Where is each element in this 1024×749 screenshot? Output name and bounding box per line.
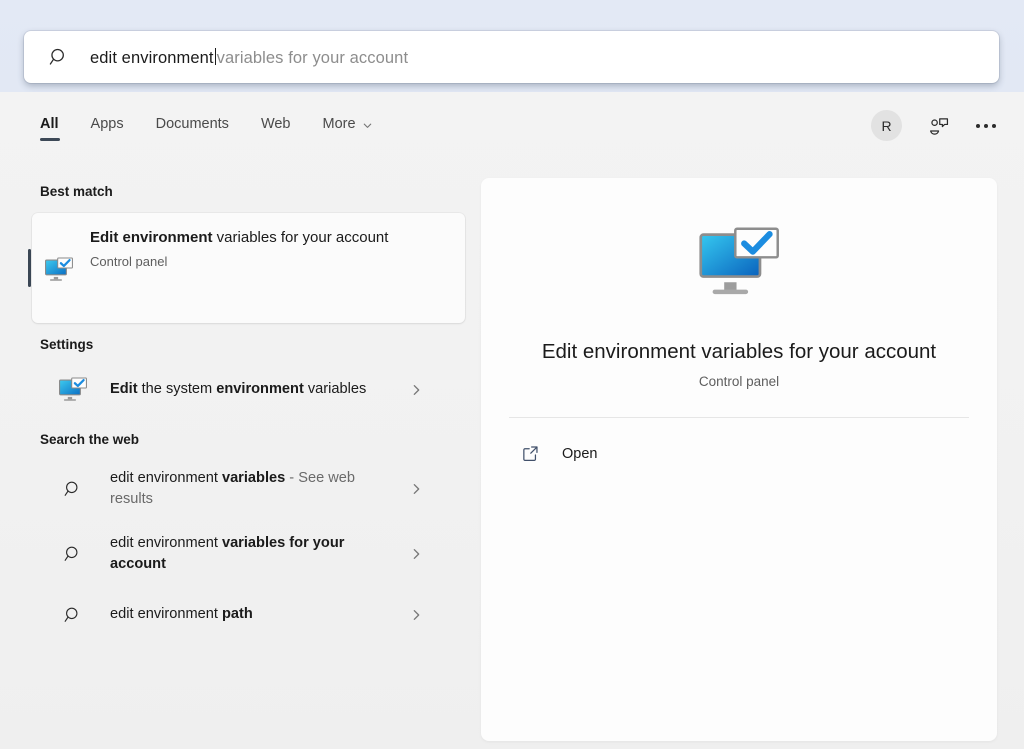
preview-subtitle: Control panel [698, 374, 780, 389]
text-caret [214, 48, 216, 65]
search-icon [48, 46, 70, 68]
tab-more[interactable]: More [323, 112, 373, 144]
preview-divider [509, 417, 969, 418]
web-suggestion-row[interactable]: edit environment path [32, 587, 465, 643]
monitor-check-icon [58, 377, 88, 403]
chevron-right-icon[interactable] [410, 548, 423, 561]
more-dots-icon[interactable] [976, 123, 996, 128]
chevron-down-icon [362, 119, 373, 130]
web-suggestion-label: edit environment variables - See web res… [110, 468, 400, 511]
web-suggestion-label: edit environment variables for your acco… [110, 533, 400, 576]
settings-result-label: Edit the system environment variables [110, 379, 366, 400]
best-match-subtitle: Control panel [90, 253, 168, 269]
best-match-title-bold: Edit environment [90, 229, 213, 246]
settings-part-3: variables [303, 381, 367, 398]
web-suggestion-row[interactable]: edit environment variables for your acco… [32, 522, 465, 587]
filter-tabs: All Apps Documents Web More [40, 112, 405, 144]
chevron-right-icon[interactable] [410, 483, 423, 496]
monitor-check-icon [44, 257, 74, 283]
web-2-part-1: path [221, 606, 253, 623]
best-match-title-rest: variables for your account [212, 229, 389, 246]
section-header-settings: Settings [40, 337, 94, 352]
tab-documents-label: Documents [155, 116, 229, 132]
search-typed-text: edit environment [90, 49, 214, 67]
tab-all-label: All [40, 116, 59, 132]
open-action-label: Open [562, 445, 598, 462]
chevron-right-icon[interactable] [410, 384, 423, 397]
preview-pane: Edit environment variables for your acco… [481, 178, 997, 741]
settings-result-row[interactable]: Edit the system environment variables [32, 362, 465, 418]
search-text: edit environment variables for your accou… [90, 46, 408, 68]
web-0-part-0: edit environment [110, 470, 222, 486]
selection-indicator [28, 249, 31, 287]
web-2-part-0: edit environment [110, 606, 222, 623]
feedback-person-icon[interactable] [928, 115, 950, 137]
settings-part-0: Edit [110, 381, 138, 398]
avatar[interactable]: R [871, 110, 902, 141]
section-header-search-the-web: Search the web [40, 432, 140, 447]
dot [976, 123, 980, 128]
best-match-result[interactable]: Edit environment variables for your acco… [28, 213, 465, 323]
tab-more-label: More [322, 116, 356, 132]
tab-all[interactable]: All [40, 112, 60, 144]
search-icon [63, 544, 83, 564]
tab-documents[interactable]: Documents [156, 112, 229, 144]
avatar-initial: R [881, 117, 892, 134]
search-icon [63, 479, 83, 499]
dot [992, 123, 996, 128]
dot [984, 123, 988, 128]
tab-apps[interactable]: Apps [91, 112, 124, 144]
web-1-part-0: edit environment [110, 534, 222, 551]
search-input[interactable]: edit environment variables for your accou… [24, 31, 999, 83]
section-header-best-match: Best match [40, 184, 113, 199]
settings-part-2: environment [216, 381, 304, 398]
search-suggestion-text: variables for your account [216, 49, 409, 67]
monitor-check-icon [697, 226, 781, 300]
web-0-part-1: variables [221, 470, 286, 486]
header-actions: R [871, 110, 996, 141]
tab-web[interactable]: Web [261, 112, 291, 144]
web-suggestion-row[interactable]: edit environment variables - See web res… [32, 457, 465, 522]
open-external-icon [521, 444, 540, 463]
web-suggestion-label: edit environment path [110, 604, 253, 625]
tab-web-label: Web [260, 116, 291, 132]
search-bar-container: edit environment variables for your accou… [24, 31, 999, 83]
search-icon [63, 605, 83, 625]
best-match-title: Edit environment variables for your acco… [90, 227, 390, 249]
tab-apps-label: Apps [90, 116, 124, 132]
chevron-right-icon[interactable] [410, 608, 423, 621]
results-list: Best match Edit environment variables fo… [0, 168, 481, 643]
search-results-panel: All Apps Documents Web More R Best match… [0, 92, 1024, 749]
open-action-button[interactable]: Open [497, 432, 981, 475]
settings-part-1: the system [137, 381, 217, 398]
preview-title: Edit environment variables for your acco… [541, 340, 937, 363]
